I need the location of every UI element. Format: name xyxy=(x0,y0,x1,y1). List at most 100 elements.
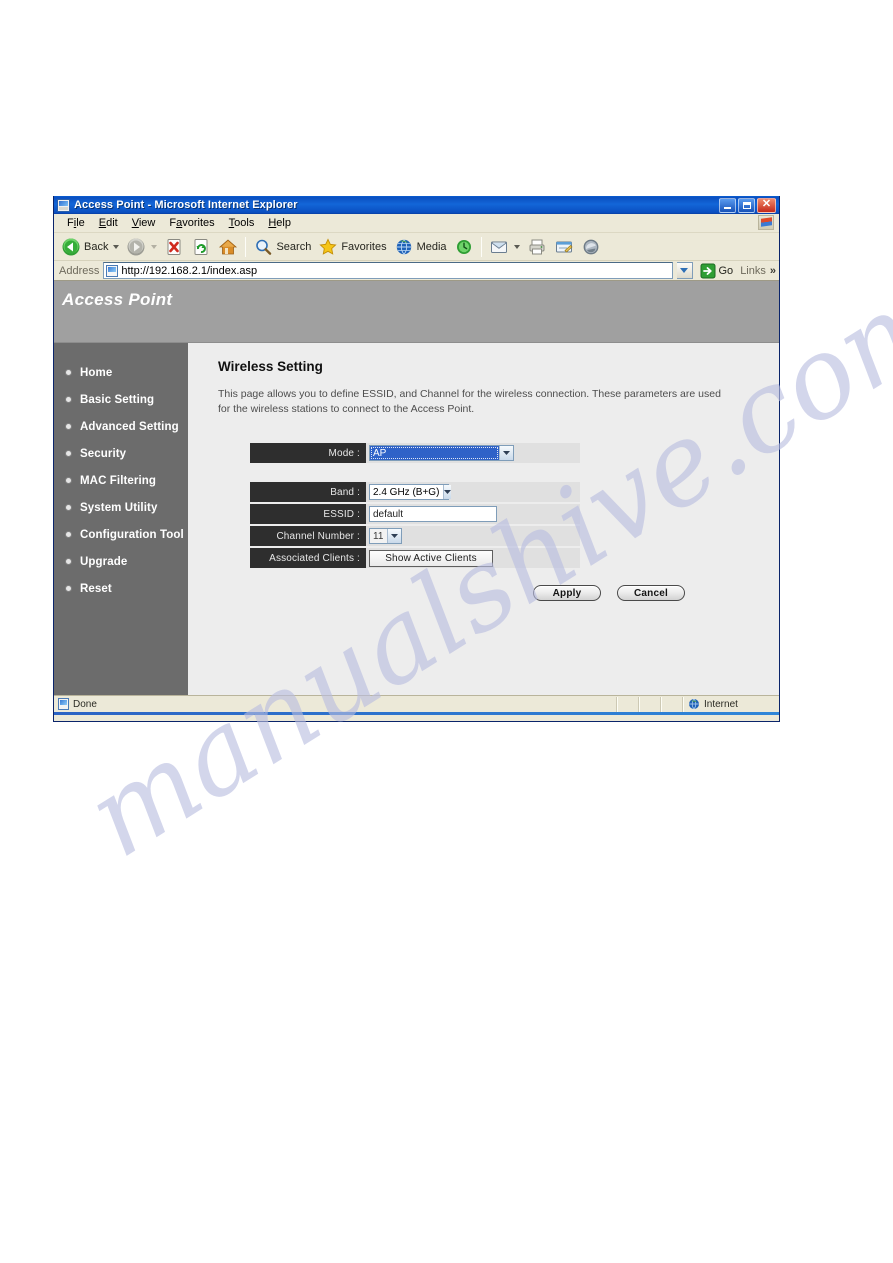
sidebar-item-security[interactable]: Security xyxy=(54,440,188,467)
toolbar-overflow-chevron-icon[interactable]: » xyxy=(770,265,776,277)
product-title: Access Point xyxy=(62,290,173,309)
back-label: Back xyxy=(84,240,109,253)
form-actions: Apply Cancel xyxy=(533,585,685,601)
stop-button[interactable] xyxy=(161,236,187,258)
refresh-button[interactable] xyxy=(188,236,214,258)
sidebar-item-advanced-setting[interactable]: Advanced Setting xyxy=(54,413,188,440)
edit-button[interactable] xyxy=(551,236,577,258)
forward-history-chevron-down-icon[interactable] xyxy=(151,244,158,249)
toolbar-separator-2 xyxy=(480,236,482,257)
status-pane-3 xyxy=(661,696,683,712)
apply-button[interactable]: Apply xyxy=(533,585,601,601)
menu-bar: File Edit View Favorites Tools Help xyxy=(54,214,779,233)
printer-icon xyxy=(527,237,547,257)
menu-help[interactable]: Help xyxy=(261,216,298,230)
sidebar-item-label: Configuration Tool xyxy=(80,528,184,541)
go-button[interactable]: Go xyxy=(697,263,737,279)
go-arrow-icon xyxy=(700,263,716,279)
cancel-button[interactable]: Cancel xyxy=(617,585,685,601)
bullet-icon xyxy=(66,505,71,510)
address-chevron-down-icon[interactable] xyxy=(676,262,693,279)
sidebar-item-label: System Utility xyxy=(80,501,158,514)
document-page: Access Point - Microsoft Internet Explor… xyxy=(0,0,893,1263)
search-icon xyxy=(253,237,273,257)
print-button[interactable] xyxy=(524,236,550,258)
stop-icon xyxy=(164,237,184,257)
messenger-button[interactable] xyxy=(578,236,604,258)
security-zone[interactable]: Internet xyxy=(683,696,779,712)
sidebar-item-reset[interactable]: Reset xyxy=(54,575,188,602)
menu-view[interactable]: View xyxy=(125,216,163,230)
bullet-icon xyxy=(66,397,71,402)
sidebar-item-mac-filtering[interactable]: MAC Filtering xyxy=(54,467,188,494)
back-button[interactable]: Back xyxy=(58,236,122,258)
menu-edit[interactable]: Edit xyxy=(92,216,125,230)
browser-window: Access Point - Microsoft Internet Explor… xyxy=(53,196,780,722)
address-input[interactable]: http://192.168.2.1/index.asp xyxy=(103,262,673,279)
sidebar-item-label: Upgrade xyxy=(80,555,128,568)
sidebar-item-label: Home xyxy=(80,366,113,379)
status-pane-2 xyxy=(639,696,661,712)
mail-envelope-icon xyxy=(489,237,509,257)
status-bar: Done Internet xyxy=(54,695,779,712)
mode-select[interactable]: AP xyxy=(369,445,514,462)
page-description: This page allows you to define ESSID, an… xyxy=(218,388,721,416)
back-arrow-icon xyxy=(61,237,81,257)
menu-tools[interactable]: Tools xyxy=(222,216,262,230)
browser-toolbar: Back Search Favorites Media xyxy=(54,233,779,261)
minimize-button[interactable] xyxy=(719,197,736,213)
sidebar-item-upgrade[interactable]: Upgrade xyxy=(54,548,188,575)
back-history-chevron-down-icon[interactable] xyxy=(113,244,120,249)
restore-button[interactable] xyxy=(738,197,755,213)
forward-button[interactable] xyxy=(123,236,160,258)
channel-number-value: 11 xyxy=(373,530,384,542)
mode-value: AP xyxy=(370,446,499,461)
sidebar-item-system-utility[interactable]: System Utility xyxy=(54,494,188,521)
mode-label: Mode : xyxy=(250,443,366,464)
menu-favorites[interactable]: Favorites xyxy=(162,216,221,230)
history-clock-icon xyxy=(454,237,474,257)
sidebar-item-label: MAC Filtering xyxy=(80,474,157,487)
go-label: Go xyxy=(718,264,734,277)
address-bar: Address http://192.168.2.1/index.asp Go … xyxy=(54,261,779,281)
form-row-band: Band : 2.4 GHz (B+G) xyxy=(250,482,580,503)
sidebar-item-label: Basic Setting xyxy=(80,393,155,406)
sidebar-item-basic-setting[interactable]: Basic Setting xyxy=(54,386,188,413)
favorites-button[interactable]: Favorites xyxy=(315,236,389,258)
star-icon xyxy=(318,237,338,257)
menu-file[interactable]: File xyxy=(60,216,92,230)
channel-number-select[interactable]: 11 xyxy=(369,528,402,545)
sidebar-item-label: Advanced Setting xyxy=(80,420,179,433)
close-icon[interactable]: ✕ xyxy=(757,197,776,213)
search-button[interactable]: Search xyxy=(250,236,314,258)
essid-input[interactable]: default xyxy=(369,506,497,523)
sidebar-item-configuration-tool[interactable]: Configuration Tool xyxy=(54,521,188,548)
page-icon xyxy=(106,264,119,277)
history-button[interactable] xyxy=(451,236,477,258)
window-title: Access Point - Microsoft Internet Explor… xyxy=(74,199,298,211)
main-content: Wireless Setting This page allows you to… xyxy=(188,343,779,695)
home-button[interactable] xyxy=(215,236,241,258)
band-select[interactable]: 2.4 GHz (B+G) xyxy=(369,484,452,501)
bullet-icon xyxy=(66,478,71,483)
forward-arrow-icon xyxy=(126,237,146,257)
band-value: 2.4 GHz (B+G) xyxy=(373,486,440,498)
associated-clients-label: Associated Clients : xyxy=(250,548,366,569)
media-button[interactable]: Media xyxy=(391,236,450,258)
bullet-icon xyxy=(66,586,71,591)
refresh-icon xyxy=(191,237,211,257)
media-globe-icon xyxy=(394,237,414,257)
mail-button[interactable] xyxy=(486,236,523,258)
messenger-icon xyxy=(581,237,601,257)
security-zone-text: Internet xyxy=(704,698,738,710)
bullet-icon xyxy=(66,424,71,429)
channel-number-label: Channel Number : xyxy=(250,526,366,547)
bullet-icon xyxy=(66,451,71,456)
sidebar-item-home[interactable]: Home xyxy=(54,359,188,386)
search-label: Search xyxy=(276,240,312,253)
links-button[interactable]: Links xyxy=(740,265,766,277)
media-label: Media xyxy=(416,240,447,253)
show-active-clients-button[interactable]: Show Active Clients xyxy=(369,549,493,567)
windows-flag-icon xyxy=(758,215,774,230)
mail-chevron-down-icon[interactable] xyxy=(513,244,520,249)
